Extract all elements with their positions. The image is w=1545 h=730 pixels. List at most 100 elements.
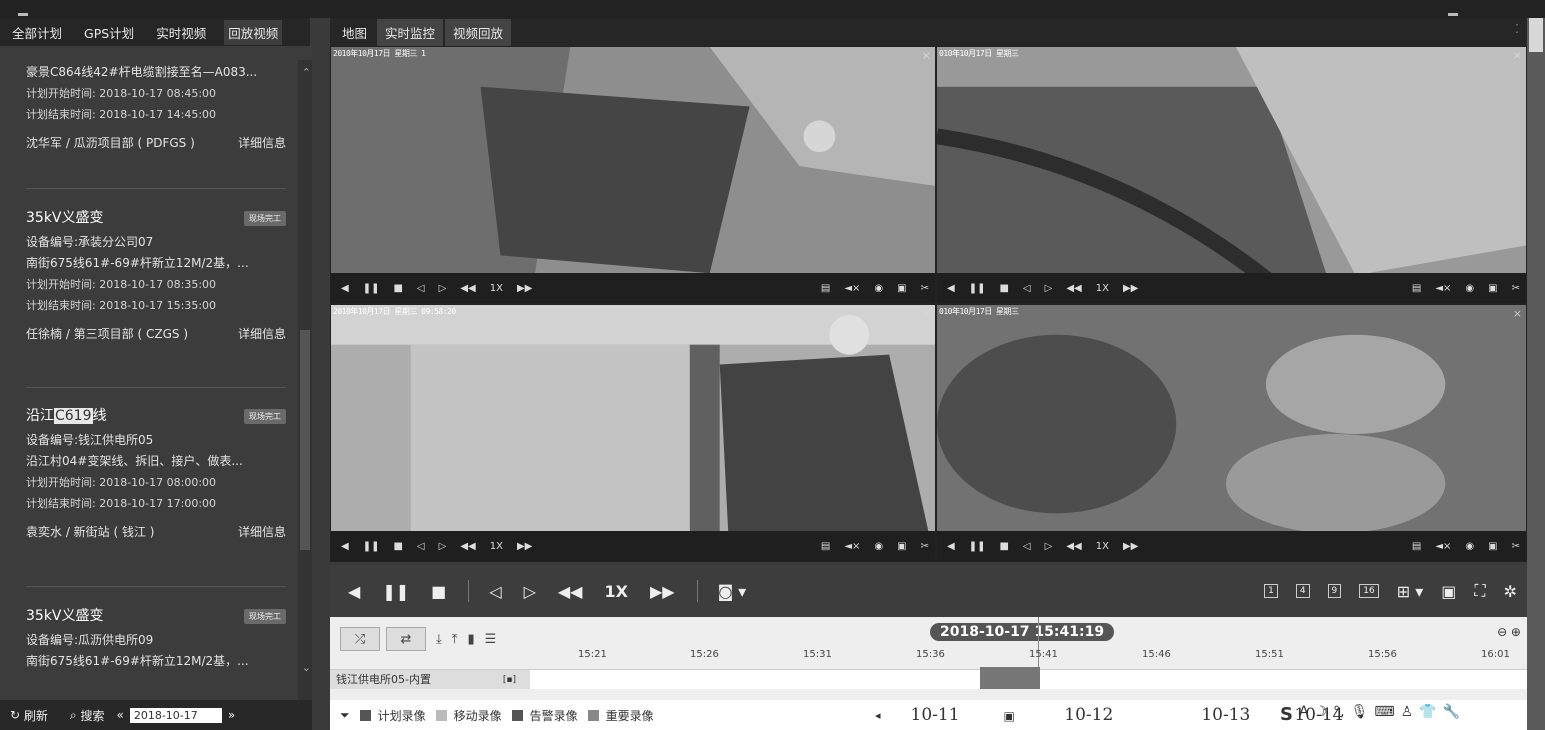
timeline[interactable]: ⤮ ⇄ ⤓ ⤒ ▮ ☰ 2018-10-17 15:41:19 ⊖ ⊕ 15:2… xyxy=(330,617,1527,700)
video-tile[interactable]: 2010年10月17日 星期三 1 × ◀ ❚❚ ■ ◁ ▷ ◀◀ 1X ▶▶ ▤ ◄× ◉ ▣ ✂ xyxy=(330,46,936,304)
record-icon[interactable]: ▣ xyxy=(897,541,906,552)
video-tile[interactable]: 2010年10月17日 星期三 09:58:20 × ◀ ❚❚ ■ ◁ ▷ ◀◀ 1X ▶▶ ▤ ◄… xyxy=(330,304,936,562)
gear-icon[interactable]: ✲ xyxy=(1504,582,1517,601)
record-icon[interactable]: ▣ xyxy=(1488,283,1497,294)
rewind-icon[interactable]: ◀◀ xyxy=(1066,283,1081,294)
search-button[interactable]: 搜索 xyxy=(80,707,104,724)
camera-icon[interactable]: ◙ ▾ xyxy=(718,582,747,601)
prev-icon[interactable]: ◀ xyxy=(341,541,349,552)
document-icon[interactable]: ▤ xyxy=(1412,541,1421,552)
page-scrollbar-thumb[interactable] xyxy=(1529,18,1543,52)
wrench-icon[interactable]: 🔧 xyxy=(1443,704,1460,725)
layout-9-button[interactable]: 9 xyxy=(1327,584,1342,598)
zoom-icons[interactable]: ⊖ ⊕ xyxy=(1497,625,1521,639)
scroll-down-icon[interactable]: ⌄ xyxy=(302,661,311,674)
layout-16-button[interactable]: 16 xyxy=(1359,584,1379,598)
rewind-icon[interactable]: ◀◀ xyxy=(460,541,475,552)
plan-card[interactable]: 35kV义盛变 现场完工 设备编号:瓜沥供电所09 南街675线61#-69#杆新… xyxy=(26,602,286,672)
stop-icon[interactable]: ■ xyxy=(999,541,1008,552)
step-forward-icon[interactable]: ▷ xyxy=(524,582,536,601)
step-back-icon[interactable]: ◁ xyxy=(1023,541,1031,552)
ime-logo-icon[interactable]: S xyxy=(1280,704,1293,725)
record-icon[interactable]: ▣ xyxy=(1488,541,1497,552)
plan-list-scrollbar-thumb[interactable] xyxy=(300,330,310,550)
date-item[interactable]: 10-13 xyxy=(1201,705,1250,725)
rewind-icon[interactable]: ◀◀ xyxy=(1066,541,1081,552)
pause-icon[interactable]: ❚❚ xyxy=(363,283,380,294)
moon-icon[interactable]: ☽ xyxy=(1315,704,1328,725)
layout-4-button[interactable]: 4 xyxy=(1295,584,1310,598)
grid-layout-icon[interactable]: ⊞ ▾ xyxy=(1397,582,1424,601)
date-input[interactable]: 2018-10-17 xyxy=(129,707,222,723)
mic-icon[interactable]: 🎙 xyxy=(1351,704,1369,725)
document-icon[interactable]: ▤ xyxy=(1412,283,1421,294)
close-icon[interactable]: × xyxy=(922,49,931,62)
step-forward-icon[interactable]: ▷ xyxy=(1045,541,1053,552)
search-icon[interactable]: ⌕ xyxy=(70,708,77,723)
recording-segment[interactable] xyxy=(980,667,1040,689)
shuffle-icon[interactable]: ⤮ xyxy=(340,627,380,651)
sync-icon[interactable]: ⇄ xyxy=(386,627,426,651)
layout-1-button[interactable]: 1 xyxy=(1264,584,1278,598)
list-icon[interactable]: ☰ xyxy=(485,632,497,647)
tab-playback-video[interactable]: 回放视频 xyxy=(224,19,283,45)
rewind-icon[interactable]: ◀◀ xyxy=(460,283,475,294)
fast-forward-icon[interactable]: ▶▶ xyxy=(517,283,532,294)
pause-icon[interactable]: ❚❚ xyxy=(969,283,986,294)
tab-live-video[interactable]: 实时视频 xyxy=(152,20,210,45)
mute-icon[interactable]: ◄× xyxy=(1435,541,1451,552)
step-forward-icon[interactable]: ▷ xyxy=(439,283,447,294)
mute-icon[interactable]: ◄× xyxy=(844,283,860,294)
tab-gps-plans[interactable]: GPS计划 xyxy=(80,20,138,45)
page-scrollbar[interactable] xyxy=(1527,18,1545,730)
refresh-button[interactable]: 刷新 xyxy=(24,707,48,724)
prev-icon[interactable]: ◀ xyxy=(341,283,349,294)
ime-mode-label[interactable]: A xyxy=(1299,704,1309,725)
fast-forward-icon[interactable]: ▶▶ xyxy=(1123,283,1138,294)
tab-live-monitor[interactable]: 实时监控 xyxy=(377,18,444,46)
user-icon[interactable]: ♙ xyxy=(1401,704,1414,725)
plan-card[interactable]: 沿江C619线 现场完工 设备编号:钱江供电所05 沿江村04#变架线、拆旧、接户… xyxy=(26,402,286,543)
bookmark-icon[interactable]: ▮ xyxy=(468,632,475,647)
plan-card[interactable]: 豪景C864线42#杆电缆割接至名—A083... 计划开始时间: 2018-1… xyxy=(26,62,286,154)
upload-icon[interactable]: ⤒ xyxy=(452,632,458,647)
fast-forward-icon[interactable]: ▶▶ xyxy=(1123,541,1138,552)
snapshot-icon[interactable]: ◉ xyxy=(874,283,883,294)
plan-card[interactable]: 35kV义盛变 现场完工 设备编号:承装分公司07 南街675线61#-69#杆新… xyxy=(26,204,286,345)
detail-link[interactable]: 详细信息 xyxy=(238,522,286,543)
stop-icon[interactable]: ■ xyxy=(393,283,402,294)
record-icon[interactable]: ▣ xyxy=(897,283,906,294)
tab-all-plans[interactable]: 全部计划 xyxy=(8,20,66,45)
prev-date-icon[interactable]: ◂ xyxy=(875,709,881,722)
punct-icon[interactable]: °, xyxy=(1333,704,1344,725)
video-tile[interactable]: 010年10月17日 星期三 × ◀ ❚❚ ■ ◁ ▷ ◀◀ 1X ▶▶ ▤ ◄× ◉ ▣ ✂ xyxy=(936,304,1527,562)
close-icon[interactable]: × xyxy=(1513,307,1522,320)
prev-icon[interactable]: ◀ xyxy=(947,283,955,294)
fast-forward-icon[interactable]: ▶▶ xyxy=(650,582,675,601)
minimize-icon[interactable] xyxy=(1448,13,1458,16)
fast-forward-icon[interactable]: ▶▶ xyxy=(517,541,532,552)
pause-icon[interactable]: ❚❚ xyxy=(969,541,986,552)
prev-icon[interactable]: ◀ xyxy=(348,582,360,601)
detail-link[interactable]: 详细信息 xyxy=(238,133,286,154)
stop-icon[interactable]: ■ xyxy=(431,582,446,601)
step-back-icon[interactable]: ◁ xyxy=(417,541,425,552)
track-icon[interactable]: [▪] xyxy=(503,670,516,690)
rewind-icon[interactable]: ◀◀ xyxy=(558,582,583,601)
scroll-up-icon[interactable]: ⌃ xyxy=(302,66,311,79)
clip-icon[interactable]: ✂ xyxy=(1512,283,1520,294)
filter-icon[interactable]: ⏷ xyxy=(340,708,350,723)
expand-icon[interactable]: ⁚ xyxy=(1515,22,1519,36)
step-back-icon[interactable]: ◁ xyxy=(489,582,501,601)
date-item[interactable]: 10-11 xyxy=(911,705,960,725)
plan-list-scrollbar[interactable] xyxy=(298,60,312,700)
fullscreen-icon[interactable]: ⛶ xyxy=(1474,581,1485,601)
step-back-icon[interactable]: ◁ xyxy=(1023,283,1031,294)
snapshot-icon[interactable]: ◉ xyxy=(1465,283,1474,294)
mute-icon[interactable]: ◄× xyxy=(844,541,860,552)
snapshot-icon[interactable]: ◉ xyxy=(874,541,883,552)
next-date-icon[interactable]: » xyxy=(228,708,235,722)
document-icon[interactable]: ▤ xyxy=(821,283,830,294)
prev-icon[interactable]: ◀ xyxy=(947,541,955,552)
stop-icon[interactable]: ■ xyxy=(999,283,1008,294)
